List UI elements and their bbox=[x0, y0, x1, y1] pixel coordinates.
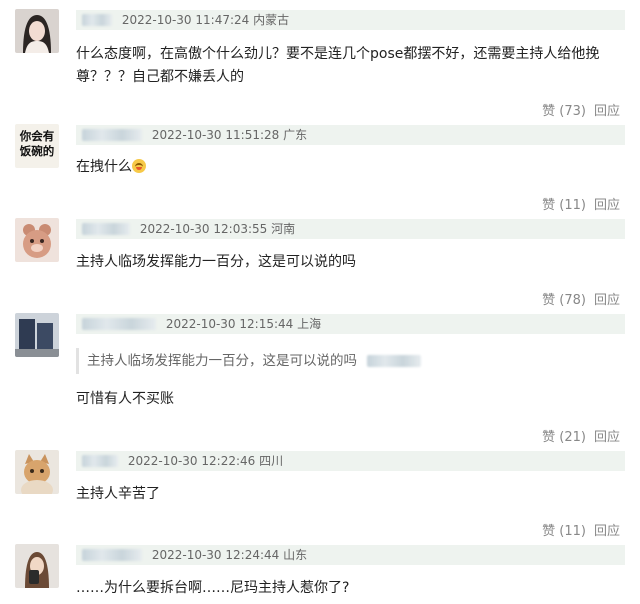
avatar-text: 你会有 饭碗的 bbox=[19, 129, 55, 158]
comment-meta: 2022-10-30 12:03:55 河南 bbox=[76, 219, 625, 239]
quoted-comment: 主持人临场发挥能力一百分，这是可以说的吗 bbox=[76, 348, 625, 374]
comment-time: 2022-10-30 12:15:44 bbox=[165, 317, 294, 331]
comment-location: 上海 bbox=[297, 317, 322, 331]
comment-location: 河南 bbox=[271, 222, 296, 236]
comment-actions: 赞 (78) 回应 bbox=[542, 289, 620, 308]
laughing-emoji-icon bbox=[132, 159, 146, 173]
username-blurred[interactable] bbox=[82, 14, 112, 26]
comment-time: 2022-10-30 12:03:55 bbox=[139, 222, 268, 236]
reply-button[interactable]: 回应 bbox=[594, 430, 620, 445]
comment-actions: 赞 (21) 回应 bbox=[542, 426, 620, 445]
like-button[interactable]: 赞 (11) bbox=[542, 524, 586, 539]
comment-meta: 2022-10-30 12:22:46 四川 bbox=[76, 451, 625, 471]
comment-text: 主持人辛苦了 bbox=[76, 486, 160, 502]
comment-meta: 2022-10-30 11:47:24 内蒙古 bbox=[76, 10, 625, 30]
like-button[interactable]: 赞 (78) bbox=[542, 293, 586, 308]
reply-button[interactable]: 回应 bbox=[594, 104, 620, 119]
comment-time: 2022-10-30 11:51:28 bbox=[151, 128, 280, 142]
comment-location: 内蒙古 bbox=[253, 13, 290, 27]
comment-meta: 2022-10-30 12:15:44 上海 bbox=[76, 314, 625, 334]
comment-meta: 2022-10-30 12:24:44 山东 bbox=[76, 545, 625, 565]
avatar[interactable] bbox=[15, 9, 59, 53]
comment-actions: 赞 (11) 回应 bbox=[542, 520, 620, 539]
comment-text: 在拽什么 bbox=[76, 156, 625, 179]
quoted-username-blurred bbox=[367, 355, 421, 367]
comment-text: 可惜有人不买账 bbox=[76, 391, 174, 407]
avatar[interactable] bbox=[15, 450, 59, 494]
comment-time: 2022-10-30 12:24:44 bbox=[151, 548, 280, 562]
comment-location: 山东 bbox=[283, 548, 308, 562]
reply-button[interactable]: 回应 bbox=[594, 198, 620, 213]
like-button[interactable]: 赞 (73) bbox=[542, 104, 586, 119]
comment-text: 什么态度啊，在高傲个什么劲儿？要不是连几个pose都摆不好，还需要主持人给他挽尊… bbox=[76, 46, 600, 85]
username-blurred[interactable] bbox=[82, 455, 118, 467]
username-blurred[interactable] bbox=[82, 318, 156, 330]
comment-text: ……为什么要拆台啊……尼玛主持人惹你了? bbox=[76, 580, 350, 596]
comment-location: 四川 bbox=[259, 454, 284, 468]
comment-meta: 2022-10-30 11:51:28 广东 bbox=[76, 125, 625, 145]
like-button[interactable]: 赞 (11) bbox=[542, 198, 586, 213]
avatar[interactable]: 你会有 饭碗的 bbox=[15, 124, 59, 168]
comment-time: 2022-10-30 12:22:46 bbox=[127, 454, 256, 468]
like-button[interactable]: 赞 (21) bbox=[542, 430, 586, 445]
avatar[interactable] bbox=[15, 544, 59, 588]
username-blurred[interactable] bbox=[82, 549, 142, 561]
comment-text: 主持人临场发挥能力一百分，这是可以说的吗 bbox=[76, 254, 356, 270]
username-blurred[interactable] bbox=[82, 223, 130, 235]
comment-actions: 赞 (73) 回应 bbox=[542, 100, 620, 119]
reply-button[interactable]: 回应 bbox=[594, 293, 620, 308]
username-blurred[interactable] bbox=[82, 129, 142, 141]
avatar[interactable] bbox=[15, 313, 59, 357]
comment-location: 广东 bbox=[283, 128, 308, 142]
reply-button[interactable]: 回应 bbox=[594, 524, 620, 539]
avatar[interactable] bbox=[15, 218, 59, 262]
comment-time: 2022-10-30 11:47:24 bbox=[121, 13, 250, 27]
comment-actions: 赞 (11) 回应 bbox=[542, 194, 620, 213]
